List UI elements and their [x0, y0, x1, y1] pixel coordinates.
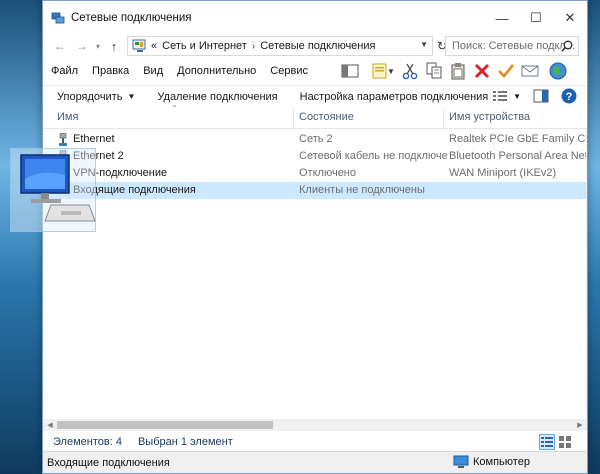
check-icon[interactable]	[495, 60, 517, 82]
connection-device: Bluetooth Personal Area Network	[449, 150, 589, 162]
close-button[interactable]: ✕	[553, 1, 587, 35]
connection-device: WAN Miniport (IKEv2)	[449, 167, 557, 179]
cut-icon[interactable]	[399, 60, 421, 82]
window-title: Сетевые подключения	[71, 12, 192, 24]
delete-connection-label: Удаление подключения	[157, 90, 278, 103]
address-box[interactable]: « Сеть и Интернет › Сетевые подключения …	[127, 36, 433, 56]
status-bar: Элементов: 4 Выбран 1 элемент	[43, 433, 587, 451]
toolbar-icons: ▼	[339, 59, 571, 83]
address-bar: ← → ▾ ↑ « Сеть и Интернет › Сетевые подк…	[43, 35, 587, 57]
preview-pane-icon[interactable]	[533, 89, 549, 103]
selected-count: Выбран 1 элемент	[137, 436, 233, 448]
menu-view[interactable]: Вид	[136, 65, 170, 77]
list-item-incoming[interactable]: Входящие подключения Клиенты не подключе…	[43, 182, 587, 199]
column-header-name[interactable]: Имя	[57, 111, 78, 123]
command-bar: Упорядочить ▼ Удаление подключения Настр…	[43, 85, 587, 107]
connection-name: Ethernet 2	[73, 150, 124, 162]
search-input[interactable]: Поиск: Сетевые подкл...	[445, 36, 579, 56]
drag-preview	[10, 148, 96, 232]
column-header-device[interactable]: Имя устройства	[449, 111, 530, 123]
layout-pane-icon[interactable]	[339, 60, 361, 82]
connection-state: Отключено	[299, 167, 356, 179]
connection-name: VPN-подключение	[73, 167, 168, 179]
change-view-button[interactable]: ▼	[493, 90, 521, 102]
organize-dropdown-icon: ▼	[127, 92, 136, 101]
paste-icon[interactable]	[447, 60, 469, 82]
computer-icon	[453, 455, 469, 468]
column-divider[interactable]	[293, 109, 294, 127]
list-item-ethernet-2[interactable]: Ethernet 2 Сетевой кабель не подключен B…	[43, 148, 589, 165]
delete-icon[interactable]	[471, 60, 493, 82]
folder-views-dropdown-icon[interactable]: ▼	[387, 67, 395, 76]
scrollbar-thumb[interactable]	[57, 421, 273, 429]
address-dropdown-icon[interactable]: ▼	[420, 40, 428, 49]
column-divider[interactable]	[443, 109, 444, 127]
minimize-button[interactable]: —	[485, 1, 519, 35]
connection-state: Сетевой кабель не подключен	[299, 150, 447, 162]
tiles-view-icon	[559, 436, 571, 448]
breadcrumb-overflow[interactable]: «	[151, 40, 157, 52]
connections-list: Ethernet Сеть 2 Realtek PCIe GbE Family …	[43, 131, 589, 199]
horizontal-scrollbar[interactable]: ◀ ▶	[43, 419, 587, 431]
breadcrumb-network-internet[interactable]: Сеть и Интернет	[162, 40, 247, 52]
menu-file[interactable]: Файл	[43, 65, 85, 77]
scroll-left-icon[interactable]: ◀	[43, 419, 57, 431]
forward-button[interactable]: →	[71, 35, 93, 57]
details-view-icon	[541, 437, 553, 447]
column-headers: ⌃ Имя Состояние Имя устройства	[43, 104, 587, 129]
connection-name: Ethernet	[73, 133, 115, 145]
rename-icon[interactable]	[519, 60, 541, 82]
view-details-icon	[493, 91, 508, 101]
control-panel-icon	[132, 39, 146, 52]
menu-advanced[interactable]: Дополнительно	[170, 65, 263, 77]
organize-label: Упорядочить	[57, 90, 123, 103]
sort-ascending-icon: ⌃	[171, 104, 178, 113]
configure-connection-label: Настройка параметров подключения	[299, 90, 489, 103]
desktop-background-left	[0, 0, 42, 474]
maximize-button[interactable]: ☐	[519, 1, 553, 35]
selected-item-name: Входящие подключения	[47, 456, 170, 469]
list-item-vpn[interactable]: VPN-подключение Отключено WAN Miniport (…	[43, 165, 587, 182]
globe-icon[interactable]	[547, 60, 569, 82]
tiles-view-button[interactable]	[557, 434, 573, 450]
scroll-right-icon[interactable]: ▶	[573, 419, 587, 431]
items-count: Элементов: 4	[53, 436, 122, 448]
explorer-window: Сетевые подключения — ☐ ✕ ← → ▾ ↑ « Сеть…	[42, 0, 589, 474]
menu-edit[interactable]: Правка	[85, 65, 136, 77]
menu-tools[interactable]: Сервис	[263, 65, 315, 77]
help-icon[interactable]: ?	[561, 88, 577, 104]
content-edge	[586, 129, 587, 419]
details-view-button[interactable]	[539, 434, 555, 450]
search-icon[interactable]	[560, 39, 574, 53]
computer-drag-icon	[20, 154, 96, 222]
back-button[interactable]: ←	[49, 35, 71, 57]
details-bar: Входящие подключения Компьютер	[43, 451, 587, 473]
configure-connection-button[interactable]: Настройка параметров подключения	[300, 91, 489, 103]
connection-state: Сеть 2	[299, 133, 333, 145]
breadcrumb-network-connections[interactable]: Сетевые подключения	[260, 40, 375, 52]
connection-device: Realtek PCIe GbE Family Contro...	[449, 133, 589, 145]
view-dropdown-icon: ▼	[513, 91, 521, 101]
list-item-ethernet[interactable]: Ethernet Сеть 2 Realtek PCIe GbE Family …	[43, 131, 589, 148]
column-header-state[interactable]: Состояние	[299, 111, 354, 123]
copy-icon[interactable]	[423, 60, 445, 82]
organize-button[interactable]: Упорядочить ▼	[57, 91, 135, 103]
network-connections-icon	[51, 12, 65, 24]
svg-text:?: ?	[566, 91, 573, 103]
delete-connection-button[interactable]: Удаление подключения	[157, 91, 277, 103]
up-button[interactable]: ↑	[103, 35, 125, 57]
ethernet-adapter-icon	[59, 133, 67, 146]
location-label: Компьютер	[473, 456, 530, 468]
title-bar[interactable]: Сетевые подключения — ☐ ✕	[43, 1, 587, 35]
search-placeholder: Поиск: Сетевые подкл...	[452, 40, 576, 52]
connection-name: Входящие подключения	[73, 184, 196, 196]
breadcrumb-separator[interactable]: ›	[252, 41, 255, 52]
connection-state: Клиенты не подключены	[299, 184, 425, 196]
recent-locations-chevron-icon[interactable]: ▾	[93, 35, 103, 57]
